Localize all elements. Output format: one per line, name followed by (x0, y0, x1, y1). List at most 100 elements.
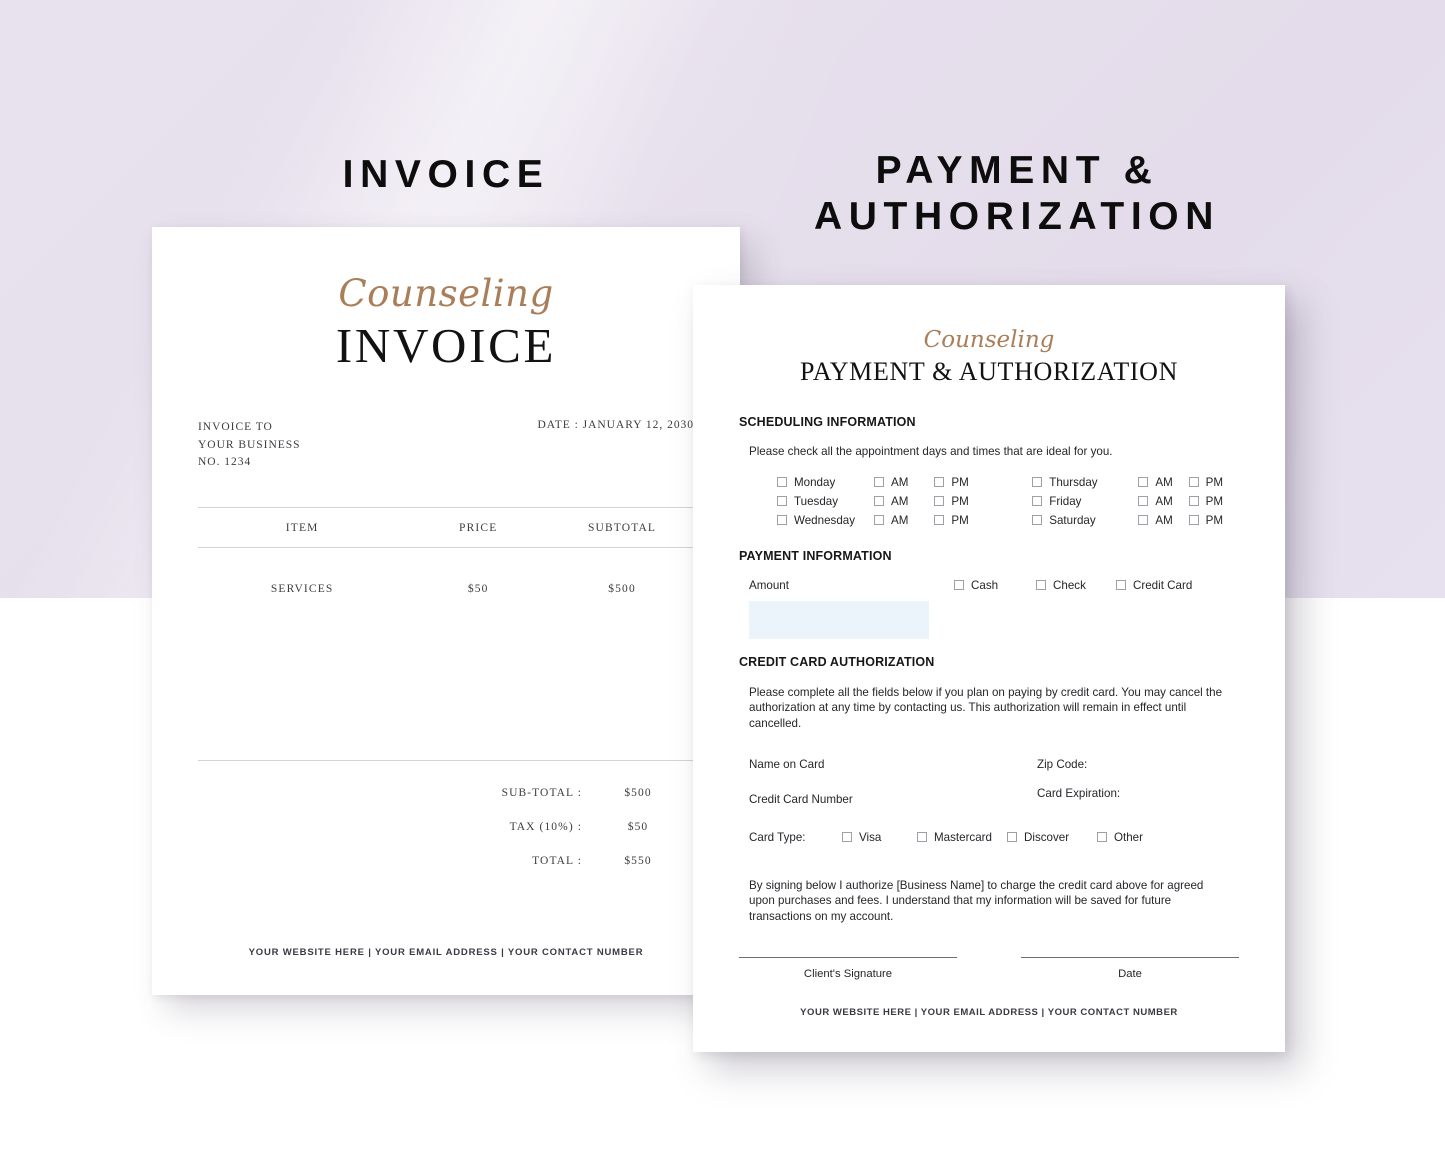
checkbox-option-saturday-am[interactable]: AM (1138, 514, 1188, 527)
checkbox-icon[interactable] (1188, 515, 1199, 526)
client-signature-field[interactable]: Client's Signature (739, 957, 957, 980)
checkbox-icon[interactable] (873, 496, 884, 507)
checkbox-option-monday-am[interactable]: AM (873, 475, 934, 489)
payment-method-row: Amount Cash Check Credit Card (739, 579, 1239, 592)
column-header-subtotal: SUBTOTAL (587, 521, 657, 534)
checkbox-icon[interactable] (1032, 477, 1043, 488)
checkbox-label: Cash (971, 578, 999, 592)
checkbox-icon[interactable] (934, 515, 945, 526)
checkbox-icon[interactable] (1188, 496, 1199, 507)
checkbox-label: AM (890, 513, 909, 527)
payment-title: PAYMENT & AUTHORIZATION (799, 357, 1179, 386)
date-caption: Date (1118, 968, 1142, 980)
checkbox-option-thursday-pm[interactable]: PM (1188, 475, 1239, 489)
checkbox-option-thursday[interactable]: Thursday (1032, 476, 1138, 489)
checkbox-icon[interactable] (954, 580, 964, 591)
checkbox-option-tuesday-am[interactable]: AM (873, 494, 934, 508)
checkbox-icon[interactable] (934, 496, 945, 507)
checkbox-icon[interactable] (1188, 477, 1199, 488)
checkbox-icon[interactable] (1097, 832, 1107, 843)
checkbox-label: Saturday (1049, 513, 1096, 527)
scheduling-row: Monday AM PM Thursday AM PM (777, 476, 1239, 489)
checkbox-label: AM (1155, 513, 1173, 527)
date-field[interactable]: Date (1021, 957, 1239, 980)
checkbox-option-other[interactable]: Other (1097, 831, 1143, 844)
scheduling-row: Tuesday AM PM Friday AM PM (777, 495, 1239, 508)
checkbox-option-credit-card[interactable]: Credit Card (1116, 579, 1192, 592)
scheduling-section: SCHEDULING INFORMATION Please check all … (739, 415, 1239, 527)
checkbox-option-mastercard[interactable]: Mastercard (917, 831, 1007, 844)
checkbox-option-saturday[interactable]: Saturday (1032, 514, 1138, 527)
checkbox-option-monday-pm[interactable]: PM (934, 476, 1032, 489)
checkbox-option-tuesday[interactable]: Tuesday (777, 495, 874, 508)
credit-card-field-row: Name on Card Zip Code: (749, 758, 1239, 771)
checkbox-icon[interactable] (1032, 496, 1043, 507)
card-type-label: Card Type: (749, 830, 806, 844)
signature-line (739, 957, 957, 958)
scheduling-row: Wednesday AM PM Saturday AM PM (777, 514, 1239, 527)
checkbox-icon[interactable] (934, 477, 945, 488)
amount-input[interactable] (749, 600, 929, 639)
checkbox-label: PM (951, 513, 969, 527)
checkbox-option-cash[interactable]: Cash (954, 579, 1036, 592)
name-on-card-label: Name on Card (749, 757, 825, 771)
amount-label: Amount (749, 578, 789, 592)
checkbox-option-friday[interactable]: Friday (1032, 495, 1138, 508)
checkbox-option-friday-am[interactable]: AM (1138, 495, 1188, 508)
banner-heading-invoice: INVOICE (342, 153, 550, 196)
tax-label: TAX (10%) : (509, 821, 582, 833)
checkbox-icon[interactable] (1032, 515, 1043, 526)
checkbox-label: Monday (794, 475, 836, 489)
invoice-document: Counseling INVOICE INVOICE TO YOUR BUSIN… (152, 227, 740, 995)
checkbox-option-wednesday[interactable]: Wednesday (777, 514, 874, 527)
authorization-statement: By signing below I authorize [Business N… (749, 878, 1204, 923)
checkbox-icon[interactable] (917, 832, 927, 843)
cell-subtotal: $500 (608, 582, 636, 595)
checkbox-label: Thursday (1049, 475, 1098, 489)
checkbox-label: AM (890, 494, 909, 508)
checkbox-option-saturday-pm[interactable]: PM (1188, 514, 1239, 527)
checkbox-label: Wednesday (794, 513, 856, 527)
checkbox-option-discover[interactable]: Discover (1007, 831, 1097, 844)
column-header-item: ITEM (285, 521, 319, 534)
checkbox-option-wednesday-pm[interactable]: PM (934, 514, 1032, 527)
tax-value: $50 (627, 821, 649, 833)
checkbox-option-wednesday-am[interactable]: AM (873, 513, 934, 527)
checkbox-option-visa[interactable]: Visa (842, 831, 917, 844)
client-signature-caption: Client's Signature (803, 968, 893, 980)
checkbox-label: AM (890, 475, 909, 489)
checkbox-option-monday[interactable]: Monday (777, 476, 874, 489)
checkbox-label: Other (1114, 830, 1143, 844)
column-header-price: PRICE (459, 521, 498, 534)
invoice-bill-to-block: INVOICE TO YOUR BUSINESS NO. 1234 (198, 419, 301, 471)
checkbox-icon[interactable] (1138, 515, 1149, 526)
checkbox-icon[interactable] (1036, 580, 1046, 591)
totals-row-tax: TAX (10%) : $50 (152, 821, 694, 833)
subtotal-label: SUB-TOTAL : (501, 787, 582, 799)
checkbox-option-tuesday-pm[interactable]: PM (934, 495, 1032, 508)
checkbox-label: PM (1205, 494, 1224, 508)
checkbox-icon[interactable] (873, 477, 884, 488)
scheduling-instruction: Please check all the appointment days an… (749, 444, 1113, 458)
invoice-header: Counseling INVOICE (152, 227, 740, 374)
zip-code-label: Zip Code: (1037, 757, 1088, 771)
invoice-to-label: INVOICE TO (198, 421, 273, 434)
checkbox-icon[interactable] (777, 477, 787, 488)
totals-row-total: TOTAL : $550 (152, 855, 694, 867)
checkbox-option-friday-pm[interactable]: PM (1188, 494, 1239, 508)
checkbox-icon[interactable] (1138, 477, 1149, 488)
credit-card-fields: Name on Card Zip Code: Credit Card Numbe… (749, 758, 1239, 806)
checkbox-icon[interactable] (777, 515, 787, 526)
checkbox-option-thursday-am[interactable]: AM (1138, 476, 1188, 489)
table-header-row: ITEM PRICE SUBTOTAL (198, 506, 694, 548)
credit-card-authorization-heading: CREDIT CARD AUTHORIZATION (739, 654, 935, 669)
checkbox-icon[interactable] (1116, 580, 1126, 591)
checkbox-icon[interactable] (873, 515, 884, 526)
checkbox-icon[interactable] (842, 832, 852, 843)
checkbox-icon[interactable] (1007, 832, 1017, 843)
checkbox-label: Visa (859, 830, 882, 844)
checkbox-icon[interactable] (777, 496, 787, 507)
checkbox-label: PM (1205, 475, 1224, 489)
checkbox-option-check[interactable]: Check (1036, 579, 1116, 592)
checkbox-icon[interactable] (1138, 496, 1149, 507)
